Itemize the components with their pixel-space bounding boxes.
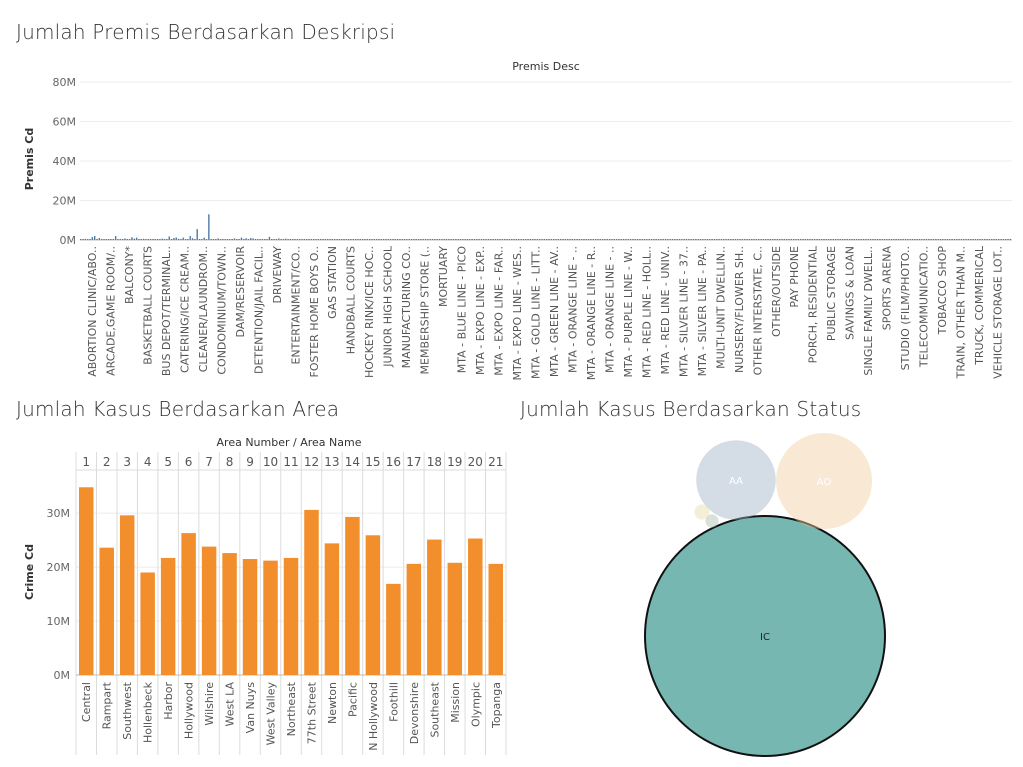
status-bubble-label: AO [817, 477, 832, 488]
status-bubble-label: IC [760, 632, 770, 643]
status-chart: IC AO AA [644, 433, 886, 757]
status-bubble [705, 514, 719, 528]
status-bubble-label: AA [729, 476, 743, 487]
